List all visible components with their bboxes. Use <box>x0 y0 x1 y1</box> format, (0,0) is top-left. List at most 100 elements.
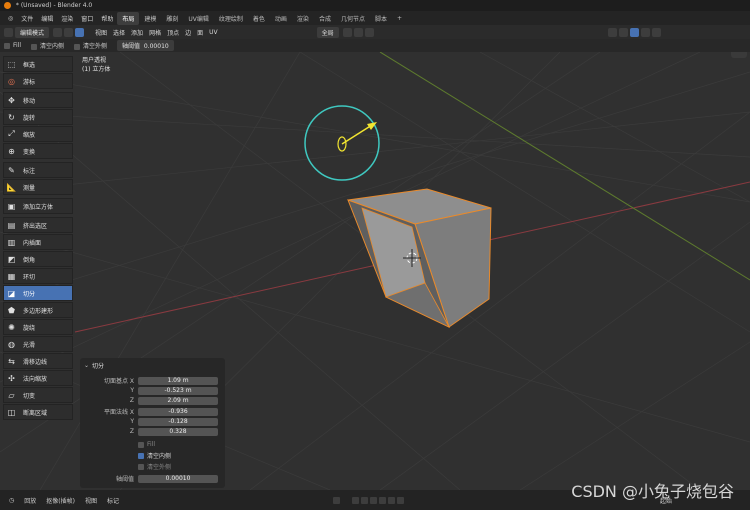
play-reverse-icon[interactable] <box>369 496 377 504</box>
tool-shrink-fatten[interactable]: ✣ 法向缩放 <box>3 370 73 386</box>
menu-mesh[interactable]: 网格 <box>146 28 164 37</box>
menu-select[interactable]: 选择 <box>110 28 128 37</box>
tool-select-box[interactable]: ⬚ 框选 <box>3 56 73 72</box>
overlay-icon[interactable] <box>607 27 617 37</box>
tool-shear[interactable]: ▱ 切变 <box>3 387 73 403</box>
viewport-overlay-text: 用户透视 (1) 立方体 <box>82 56 110 74</box>
tab-modeling[interactable]: 建模 <box>139 12 161 25</box>
tool-inset-faces[interactable]: ▥ 内插面 <box>3 234 73 250</box>
xray-icon[interactable] <box>618 27 628 37</box>
face-select-icon[interactable] <box>75 27 85 37</box>
menu-playback[interactable]: 回放 <box>19 496 41 505</box>
menu-file[interactable]: 文件 <box>17 14 37 23</box>
tab-scripting[interactable]: 脚本 <box>370 12 392 25</box>
tool-transform[interactable]: ⊕ 变换 <box>3 143 73 159</box>
plane-normal-x-field[interactable]: -0.936 <box>138 407 218 416</box>
timeline-editor-icon[interactable]: ◷ <box>4 497 19 504</box>
tab-texture-paint[interactable]: 纹理绘制 <box>214 12 248 25</box>
panel-clear-outer-label: 清空外侧 <box>147 464 172 471</box>
shading-material-icon[interactable] <box>640 27 650 37</box>
proportional-edit-icon[interactable] <box>364 27 374 37</box>
menu-vertex[interactable]: 顶点 <box>164 28 182 37</box>
chevron-down-icon[interactable]: ⌄ <box>80 362 89 369</box>
clear-outer-checkbox[interactable] <box>74 43 81 50</box>
panel-header[interactable]: ⌄ 切分 <box>80 361 225 370</box>
tool-measure[interactable]: 📐 测量 <box>3 179 73 195</box>
tool-rotate[interactable]: ↻ 旋转 <box>3 109 73 125</box>
tab-sculpting[interactable]: 雕刻 <box>161 12 183 25</box>
jump-start-icon[interactable] <box>351 496 359 504</box>
fill-checkbox[interactable] <box>4 42 10 49</box>
shading-solid-icon[interactable] <box>629 27 639 37</box>
tool-scale[interactable]: ⤢ 缩放 <box>3 126 73 142</box>
tool-rip-region[interactable]: ◫ 断离区域 <box>3 404 73 420</box>
panel-clear-outer-checkbox[interactable] <box>138 463 144 470</box>
panel-clear-inner-checkbox[interactable] <box>138 452 144 459</box>
plane-point-x-field[interactable]: 1.09 m <box>138 376 218 385</box>
menu-edge[interactable]: 边 <box>182 28 194 37</box>
tool-smooth[interactable]: ◍ 光滑 <box>3 336 73 352</box>
tool-extrude-region[interactable]: ▤ 挤出选区 <box>3 217 73 233</box>
tab-geometry-nodes[interactable]: 几何节点 <box>336 12 370 25</box>
tab-uv-editing[interactable]: UV编辑 <box>183 12 214 25</box>
viewport-nav-gizmo[interactable] <box>731 52 747 58</box>
clear-inner-option[interactable]: 清空内侧 <box>31 41 64 50</box>
tool-cursor[interactable]: ◎ 游标 <box>3 73 73 89</box>
next-key-icon[interactable] <box>387 496 395 504</box>
plane-point-z-field[interactable]: 2.09 m <box>138 396 218 405</box>
prev-key-icon[interactable] <box>360 496 368 504</box>
plane-point-y-field[interactable]: -0.523 m <box>138 386 218 395</box>
mode-dropdown[interactable]: 编辑模式 <box>15 26 50 38</box>
top-menu-bar: ◎ 文件 编辑 渲染 窗口 帮助 布局 建模 雕刻 UV编辑 纹理绘制 着色 动… <box>0 11 750 25</box>
threshold-field[interactable]: 轴阈值 0.00010 <box>117 40 174 51</box>
vertex-select-icon[interactable] <box>53 27 63 37</box>
tool-edge-slide[interactable]: ⇆ 滑移边线 <box>3 353 73 369</box>
tab-layout[interactable]: 布局 <box>117 11 140 25</box>
add-workspace-button[interactable]: + <box>392 13 407 24</box>
menu-window[interactable]: 窗口 <box>77 14 97 23</box>
play-icon[interactable] <box>378 496 386 504</box>
tab-compositing[interactable]: 合成 <box>314 12 336 25</box>
shading-rendered-icon[interactable] <box>651 27 661 37</box>
tab-rendering[interactable]: 渲染 <box>292 12 314 25</box>
panel-fill-checkbox[interactable] <box>138 441 144 448</box>
tool-loop-cut[interactable]: ▦ 环切 <box>3 268 73 284</box>
clear-inner-checkbox[interactable] <box>31 43 38 50</box>
tool-spin[interactable]: ✺ 旋绕 <box>3 319 73 335</box>
csdn-watermark: CSDN @小兔子烧包谷 <box>571 482 734 501</box>
edge-select-icon[interactable] <box>64 27 74 37</box>
menu-help[interactable]: 帮助 <box>97 14 117 23</box>
menu-timeline-view[interactable]: 视图 <box>80 496 102 505</box>
active-object-name: (1) 立方体 <box>82 66 111 73</box>
tab-animation[interactable]: 动画 <box>270 12 292 25</box>
viewport-header: 编辑模式 视图 选择 添加 网格 顶点 边 面 UV 全局 <box>0 25 750 39</box>
tool-bisect[interactable]: ◪ 切分 <box>3 285 73 301</box>
menu-marker[interactable]: 标记 <box>102 496 124 505</box>
panel-threshold-field[interactable]: 0.00010 <box>138 474 218 483</box>
tool-poly-build[interactable]: ⬟ 多边形建形 <box>3 302 73 318</box>
menu-face[interactable]: 面 <box>194 28 206 37</box>
editor-type-icon[interactable] <box>4 27 13 37</box>
rip-region-icon: ◫ <box>7 407 16 417</box>
plane-normal-z-field[interactable]: 0.328 <box>138 427 218 436</box>
snap-icon[interactable] <box>353 27 363 37</box>
menu-uv[interactable]: UV <box>206 29 221 36</box>
tool-annotate[interactable]: ✎ 标注 <box>3 162 73 178</box>
fill-option[interactable]: Fill <box>4 42 21 49</box>
menu-view[interactable]: 视图 <box>92 28 110 37</box>
pivot-icon[interactable] <box>342 27 352 37</box>
blender-menu-icon[interactable]: ◎ <box>4 15 17 22</box>
menu-edit[interactable]: 编辑 <box>37 14 57 23</box>
plane-normal-y-field[interactable]: -0.128 <box>138 417 218 426</box>
tool-move[interactable]: ✥ 移动 <box>3 92 73 108</box>
record-icon[interactable] <box>332 496 340 504</box>
menu-render[interactable]: 渲染 <box>57 14 77 23</box>
menu-add[interactable]: 添加 <box>128 28 146 37</box>
tool-add-cube[interactable]: ▣ 添加立方体 <box>3 198 73 214</box>
tab-shading[interactable]: 着色 <box>248 12 270 25</box>
clear-outer-option[interactable]: 清空外侧 <box>74 41 107 50</box>
tool-bevel[interactable]: ◩ 倒角 <box>3 251 73 267</box>
menu-keying[interactable]: 抠像(插帧) <box>41 496 80 505</box>
jump-end-icon[interactable] <box>396 496 404 504</box>
transform-orientation-dropdown[interactable]: 全局 <box>316 26 339 38</box>
